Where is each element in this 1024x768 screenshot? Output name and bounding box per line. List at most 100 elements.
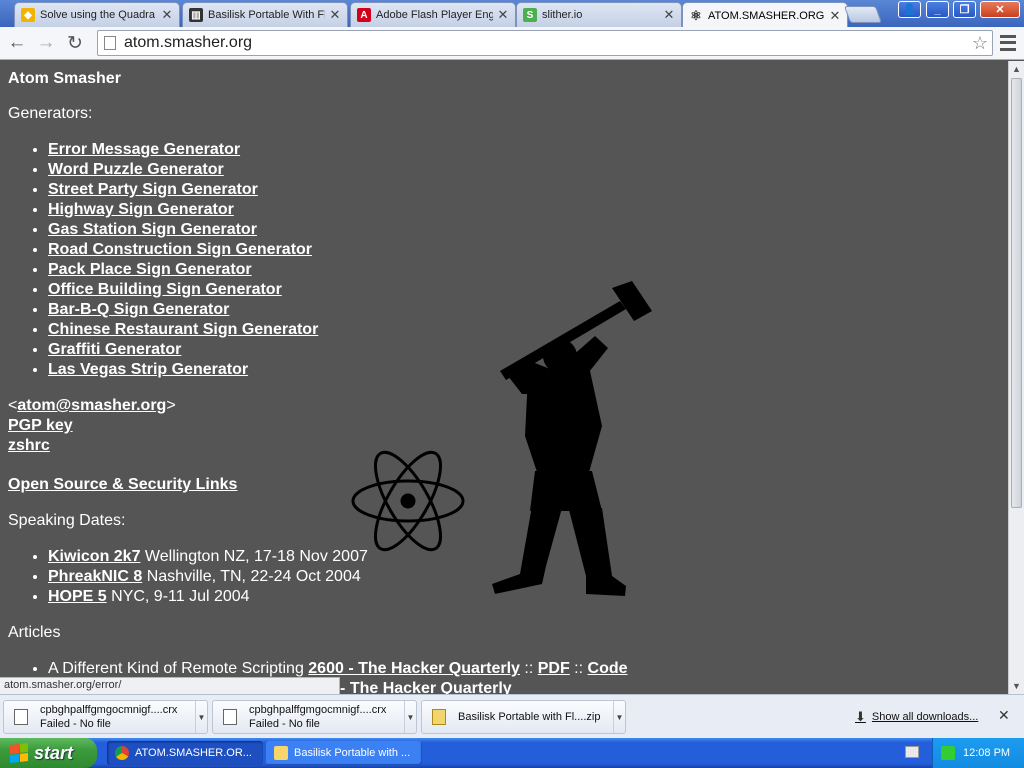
articles-heading: Articles <box>8 624 61 641</box>
chevron-down-icon[interactable]: ▼ <box>404 701 416 733</box>
tab-basilisk[interactable]: ▥ Basilisk Portable With Fl ✕ <box>182 2 348 27</box>
windows-flag-icon <box>10 743 28 763</box>
scroll-down-arrow-icon[interactable]: ▼ <box>1009 678 1024 694</box>
forward-arrow-icon[interactable]: → <box>35 32 57 54</box>
list-item: Gas Station Sign Generator <box>48 220 1000 240</box>
open-source-link[interactable]: Open Source & Security Links <box>8 476 237 493</box>
folder-icon <box>274 746 288 760</box>
minimize-button[interactable]: _ <box>926 1 949 18</box>
event-link[interactable]: Kiwicon 2k7 <box>48 548 140 565</box>
restore-button[interactable]: ❐ <box>953 1 976 18</box>
close-tab-icon[interactable]: ✕ <box>161 7 173 23</box>
generic-page-icon: ◆ <box>21 8 35 22</box>
generator-link[interactable]: Office Building Sign Generator <box>48 281 282 298</box>
generator-link[interactable]: Road Construction Sign Generator <box>48 241 312 258</box>
download-info: Basilisk Portable with Fl....zip <box>458 710 613 724</box>
download-status: Failed - No file <box>40 718 111 730</box>
article-source-link[interactable]: 2600 - The Hacker Quarterly <box>308 660 520 677</box>
list-item: Error Message Generator <box>48 140 1000 160</box>
pdf-link[interactable]: PDF <box>538 660 570 677</box>
back-arrow-icon[interactable]: ← <box>6 32 28 54</box>
code-link[interactable]: Code <box>588 660 628 677</box>
user-icon[interactable]: 👤 <box>898 1 921 18</box>
list-item: A Different Kind of Remote Scripting 260… <box>48 659 1000 679</box>
slither-icon: S <box>523 8 537 22</box>
show-all-downloads-label: Show all downloads... <box>871 711 979 723</box>
start-button[interactable]: start <box>0 738 97 768</box>
generator-link[interactable]: Las Vegas Strip Generator <box>48 361 248 378</box>
keyboard-icon[interactable] <box>905 746 919 758</box>
tab-strip: ◆ Solve using the Quadra ✕ ▥ Basilisk Po… <box>0 0 1024 28</box>
generator-link[interactable]: Graffiti Generator <box>48 341 181 358</box>
download-item[interactable]: Basilisk Portable with Fl....zip ▼ <box>421 700 626 734</box>
chevron-down-icon[interactable]: ▼ <box>613 701 625 733</box>
tab-slither[interactable]: S slither.io ✕ <box>516 2 682 27</box>
close-window-button[interactable]: ✕ <box>980 1 1020 18</box>
tab-title: Adobe Flash Player Eng <box>376 9 493 21</box>
download-status: Failed - No file <box>249 718 320 730</box>
system-tray: 12:08 PM <box>932 738 1024 768</box>
new-tab-button[interactable] <box>843 6 883 23</box>
page-title: Atom Smasher <box>8 70 121 87</box>
generator-link[interactable]: Error Message Generator <box>48 141 240 158</box>
pgp-key-link[interactable]: PGP key <box>8 417 73 434</box>
scrollbar-thumb[interactable] <box>1011 78 1022 508</box>
zip-icon <box>432 709 446 725</box>
download-info: cpbghpalffgmgocmnigf....crx Failed - No … <box>249 703 404 731</box>
taskbar-item-folder[interactable]: Basilisk Portable with ... <box>266 741 422 765</box>
event-link[interactable]: HOPE 5 <box>48 588 107 605</box>
close-tab-icon[interactable]: ✕ <box>329 7 341 23</box>
generator-link[interactable]: Bar-B-Q Sign Generator <box>48 301 229 318</box>
email-link[interactable]: atom@smasher.org <box>17 397 166 414</box>
page-icon <box>104 36 116 50</box>
address-bar[interactable]: ☆ <box>97 30 993 56</box>
task-label: Basilisk Portable with ... <box>294 747 411 759</box>
generators-heading: Generators: <box>8 105 93 122</box>
email-suffix: > <box>166 397 176 414</box>
vertical-scrollbar[interactable]: ▲ ▼ <box>1008 61 1024 694</box>
status-url-bubble: atom.smasher.org/error/ <box>0 677 340 694</box>
separator: :: <box>519 660 538 677</box>
close-shelf-icon[interactable]: ✕ <box>998 707 1010 724</box>
basilisk-icon: ▥ <box>189 8 203 22</box>
generator-link[interactable]: Highway Sign Generator <box>48 201 234 218</box>
email-prefix: < <box>8 397 18 414</box>
chevron-down-icon[interactable]: ▼ <box>195 701 207 733</box>
file-icon <box>223 709 237 725</box>
generator-link[interactable]: Word Puzzle Generator <box>48 161 224 178</box>
download-item[interactable]: cpbghpalffgmgocmnigf....crx Failed - No … <box>212 700 417 734</box>
chrome-icon <box>115 746 129 760</box>
windows-taskbar: start ATOM.SMASHER.OR... Basilisk Portab… <box>0 738 1024 768</box>
tab-adobe-flash[interactable]: A Adobe Flash Player Eng ✕ <box>350 2 516 27</box>
browser-toolbar: ← → ↻ ☆ <box>0 27 1024 60</box>
show-all-downloads-link[interactable]: ⬇ Show all downloads... <box>855 709 978 725</box>
article-title: A Different Kind of Remote Scripting <box>48 660 309 677</box>
generator-link[interactable]: Street Party Sign Generator <box>48 181 258 198</box>
event-link[interactable]: PhreakNIC 8 <box>48 568 142 585</box>
close-tab-icon[interactable]: ✕ <box>497 7 509 23</box>
taskbar-item-chrome[interactable]: ATOM.SMASHER.OR... <box>107 741 263 765</box>
url-input[interactable] <box>124 34 972 52</box>
reload-icon[interactable]: ↻ <box>64 32 86 54</box>
file-icon <box>14 709 28 725</box>
tab-title: slither.io <box>542 9 583 21</box>
close-tab-icon[interactable]: ✕ <box>829 8 841 24</box>
hammer-man-silhouette-icon <box>492 281 652 596</box>
tab-atom-smasher[interactable]: ⚛ ATOM.SMASHER.ORG ✕ <box>682 2 848 28</box>
scroll-up-arrow-icon[interactable]: ▲ <box>1009 61 1024 77</box>
tab-solve-quadratic[interactable]: ◆ Solve using the Quadra ✕ <box>14 2 180 27</box>
menu-icon[interactable] <box>1000 33 1016 53</box>
download-item[interactable]: cpbghpalffgmgocmnigf....crx Failed - No … <box>3 700 208 734</box>
atom-icon <box>351 450 465 552</box>
atom-smasher-logo <box>351 281 652 596</box>
generator-link[interactable]: Pack Place Sign Generator <box>48 261 252 278</box>
zshrc-link[interactable]: zshrc <box>8 437 50 454</box>
download-filename: cpbghpalffgmgocmnigf....crx <box>249 704 387 716</box>
download-filename: cpbghpalffgmgocmnigf....crx <box>40 704 178 716</box>
event-details: Wellington NZ, 17-18 Nov 2007 <box>140 548 368 565</box>
generator-link[interactable]: Chinese Restaurant Sign Generator <box>48 321 318 338</box>
network-icon[interactable] <box>941 746 955 760</box>
generator-link[interactable]: Gas Station Sign Generator <box>48 221 257 238</box>
close-tab-icon[interactable]: ✕ <box>663 7 675 23</box>
bookmark-star-icon[interactable]: ☆ <box>972 33 988 54</box>
